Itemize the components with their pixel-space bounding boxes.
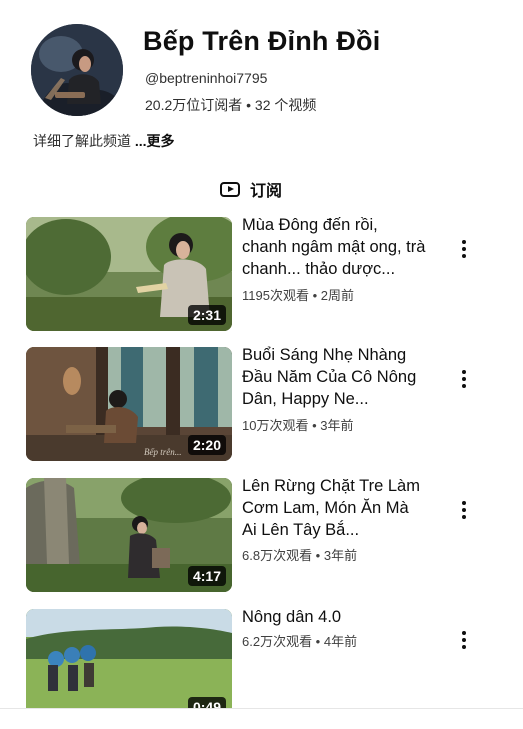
channel-handle: @beptreninhoi7795 [145,70,268,86]
video-title[interactable]: Lên Rừng Chặt Tre Làm Cơm Lam, Món Ăn Mà… [242,475,427,541]
channel-name: Bếp Trên Đỉnh Đồi [143,26,381,56]
video-duration: 2:31 [187,305,226,325]
video-meta: 6.8万次观看 • 3年前 [242,548,358,563]
video-item[interactable]: 4:17 Lên Rừng Chặt Tre Làm Cơm Lam, Món … [0,475,523,598]
channel-about-link[interactable]: 详细了解此频道 ...更多 [33,131,175,151]
more-options-icon[interactable] [450,626,478,654]
video-duration: 4:17 [187,566,226,586]
about-text: 详细了解此频道 [33,133,135,149]
video-meta: 6.2万次观看 • 4年前 [242,634,358,649]
video-title[interactable]: Nông dân 4.0 [242,606,427,628]
video-title[interactable]: Buổi Sáng Nhẹ Nhàng Đầu Năm Của Cô Nông … [242,344,427,410]
video-duration: 2:20 [187,435,226,455]
bottom-edge [0,708,523,724]
video-meta: 1195次观看 • 2周前 [242,288,354,303]
video-item[interactable]: 2:31 Mùa Đông đến rồi, chanh ngâm mật on… [0,214,523,337]
channel-avatar[interactable] [31,24,123,116]
about-more[interactable]: ...更多 [135,133,175,149]
channel-stats: 20.2万位订阅者 • 32 个视频 [145,97,317,113]
video-thumbnail[interactable]: 2:31 [26,217,232,331]
more-options-icon[interactable] [450,496,478,524]
subscriptions-icon [220,181,240,197]
channel-header: Bếp Trên Đỉnh Đồi @beptreninhoi7795 20.2… [0,0,523,170]
more-options-icon[interactable] [450,235,478,263]
more-options-icon[interactable] [450,365,478,393]
subscribe-label: 订阅 [250,183,283,200]
video-thumbnail[interactable]: 0:49 [26,609,232,723]
video-item[interactable]: Bếp trên... 2:20 Buổi Sáng Nhẹ Nhàng Đầu… [0,344,523,467]
subscribe-button[interactable]: 订阅 [220,176,282,202]
avatar-image [31,24,123,116]
svg-text:Bếp trên...: Bếp trên... [144,447,182,457]
video-meta: 10万次观看 • 3年前 [242,418,354,433]
video-title[interactable]: Mùa Đông đến rồi, chanh ngâm mật ong, tr… [242,214,427,280]
video-thumbnail[interactable]: 4:17 [26,478,232,592]
video-thumbnail[interactable]: Bếp trên... 2:20 [26,347,232,461]
